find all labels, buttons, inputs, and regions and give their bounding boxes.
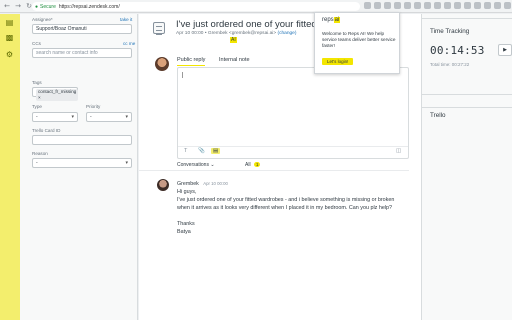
divider — [422, 18, 512, 19]
assignee-label: Assignee* — [32, 17, 53, 22]
extension-icon[interactable] — [464, 2, 471, 9]
settings-gear-icon[interactable]: ⚙ — [5, 50, 14, 59]
forward-icon[interactable]: → — [14, 2, 22, 10]
tab-internal-note[interactable]: Internal note — [219, 57, 250, 63]
chevron-down-icon: ▾ — [71, 114, 74, 120]
requester: Grembek <grembek@repsai.ai> — [207, 31, 277, 36]
assignee-value: Support/Boaz Omanuti — [36, 26, 87, 32]
change-link[interactable]: (change) — [278, 31, 297, 36]
priority-value: - — [90, 114, 92, 120]
cc-search-input[interactable]: search name or contact info — [32, 48, 132, 58]
agent-avatar — [155, 57, 169, 71]
priority-select[interactable]: - ▾ — [86, 112, 132, 122]
assignee-select[interactable]: Support/Boaz Omanuti — [32, 24, 132, 34]
type-label: Type — [32, 104, 42, 109]
login-button[interactable]: Let's login! — [322, 58, 354, 65]
filter-all-label: All — [245, 162, 251, 168]
ccs-label: CCs — [32, 41, 41, 46]
total-time: Total time: 00:27:22 — [430, 62, 470, 67]
text-cursor — [182, 72, 183, 78]
apps-panel: Time Tracking 00:14:53 ▶ Total time: 00:… — [421, 14, 512, 320]
repsai-tool-icon[interactable]: ▤ — [211, 148, 221, 154]
extension-icon[interactable] — [504, 2, 511, 9]
extension-icon[interactable] — [434, 2, 441, 9]
extension-icon[interactable] — [404, 2, 411, 9]
timer-display: 00:14:53 — [430, 44, 485, 57]
chevron-down-icon: ▾ — [125, 114, 128, 120]
tags-field[interactable]: contact_fr_missing × — [32, 87, 79, 101]
extension-icon[interactable] — [414, 2, 421, 9]
browser-toolbar: ← → ↻ ● Secure https://repsai.zendesk.co… — [0, 0, 512, 13]
extension-icon[interactable] — [374, 2, 381, 9]
all-count-badge: 1 — [253, 162, 261, 167]
views-icon[interactable]: ▤ — [5, 18, 14, 27]
extension-icon[interactable] — [364, 2, 371, 9]
tags-label: Tags — [32, 80, 42, 85]
repsai-popup: repsai Welcome to Reps AI! We help servi… — [314, 12, 400, 74]
type-select[interactable]: - ▾ — [32, 112, 78, 122]
secure-label: Secure — [40, 3, 56, 10]
message-line: when it arrives as it looks very differe… — [177, 205, 393, 211]
lock-icon: ● — [35, 3, 39, 10]
extension-icon[interactable] — [484, 2, 491, 9]
extension-icon[interactable] — [454, 2, 461, 9]
ticket-properties-panel: Assignee* take it Support/Boaz Omanuti C… — [20, 14, 138, 320]
extension-icon[interactable] — [494, 2, 501, 9]
cc-me-link[interactable]: cc me — [123, 41, 135, 46]
text-format-icon[interactable]: T — [184, 148, 187, 154]
back-icon[interactable]: ← — [3, 2, 11, 10]
address-bar[interactable]: ● Secure https://repsai.zendesk.com/ — [32, 2, 360, 11]
time-tracking-title: Time Tracking — [430, 28, 470, 35]
trello-title: Trello — [430, 112, 446, 119]
customer-avatar — [157, 179, 169, 191]
reporting-icon[interactable]: ▩ — [5, 33, 14, 42]
repsai-logo: repsai — [322, 17, 341, 23]
divider — [139, 170, 409, 171]
message-line: I've just ordered one of your fitted war… — [177, 197, 395, 203]
ticket-icon — [153, 22, 165, 35]
tag-icon[interactable]: ◫ — [396, 148, 401, 154]
reason-value: - — [36, 160, 38, 166]
divider — [422, 107, 512, 108]
priority-label: Priority — [86, 104, 101, 109]
reason-select[interactable]: - ▾ — [32, 158, 132, 168]
message-line: Thanks — [177, 221, 195, 227]
type-value: - — [36, 114, 38, 120]
extension-icon[interactable] — [444, 2, 451, 9]
reason-label: Reason — [32, 151, 48, 156]
trello-card-label: Trello Card ID — [32, 128, 61, 133]
repsai-brand-ai: ai — [333, 17, 341, 23]
popup-description: Welcome to Reps AI! We help service team… — [322, 31, 396, 48]
chevron-down-icon: ▾ — [125, 160, 128, 166]
composer-divider — [178, 146, 408, 147]
extension-icon[interactable] — [474, 2, 481, 9]
ai-highlight-badge: AI — [230, 37, 237, 43]
message-line: Hi guys, — [177, 189, 197, 195]
timer-play-button[interactable]: ▶ — [498, 44, 512, 56]
url-text: https://repsai.zendesk.com/ — [58, 3, 120, 10]
extension-icons — [364, 2, 512, 9]
tab-public-reply[interactable]: Public reply — [177, 57, 206, 66]
message-line: Batya — [177, 229, 191, 235]
ticket-meta: Apr 10 00:00 • Grembek <grembek@repsai.a… — [176, 31, 297, 36]
message-time: Apr 10 00:00 — [203, 181, 228, 186]
message-author: Grembek — [177, 181, 199, 187]
ticket-date: Apr 10 00:00 — [176, 31, 204, 36]
divider — [422, 94, 512, 95]
attachment-icon[interactable]: 📎 — [198, 148, 205, 154]
app-sidebar: ▤ ▩ ⚙ — [0, 14, 20, 320]
conversations-dropdown[interactable]: Conversations ⌄ — [177, 162, 215, 168]
take-it-link[interactable]: take it — [120, 17, 132, 22]
extension-icon[interactable] — [424, 2, 431, 9]
extension-icon[interactable] — [384, 2, 391, 9]
reply-composer[interactable]: T 📎 ▤ ◫ — [177, 67, 409, 159]
tag-chip[interactable]: contact_fr_missing × — [36, 89, 79, 101]
repsai-brand: reps — [322, 17, 334, 23]
message-header: Grembek Apr 10 00:00 — [177, 181, 228, 187]
trello-card-input[interactable] — [32, 135, 132, 145]
extension-icon[interactable] — [394, 2, 401, 9]
